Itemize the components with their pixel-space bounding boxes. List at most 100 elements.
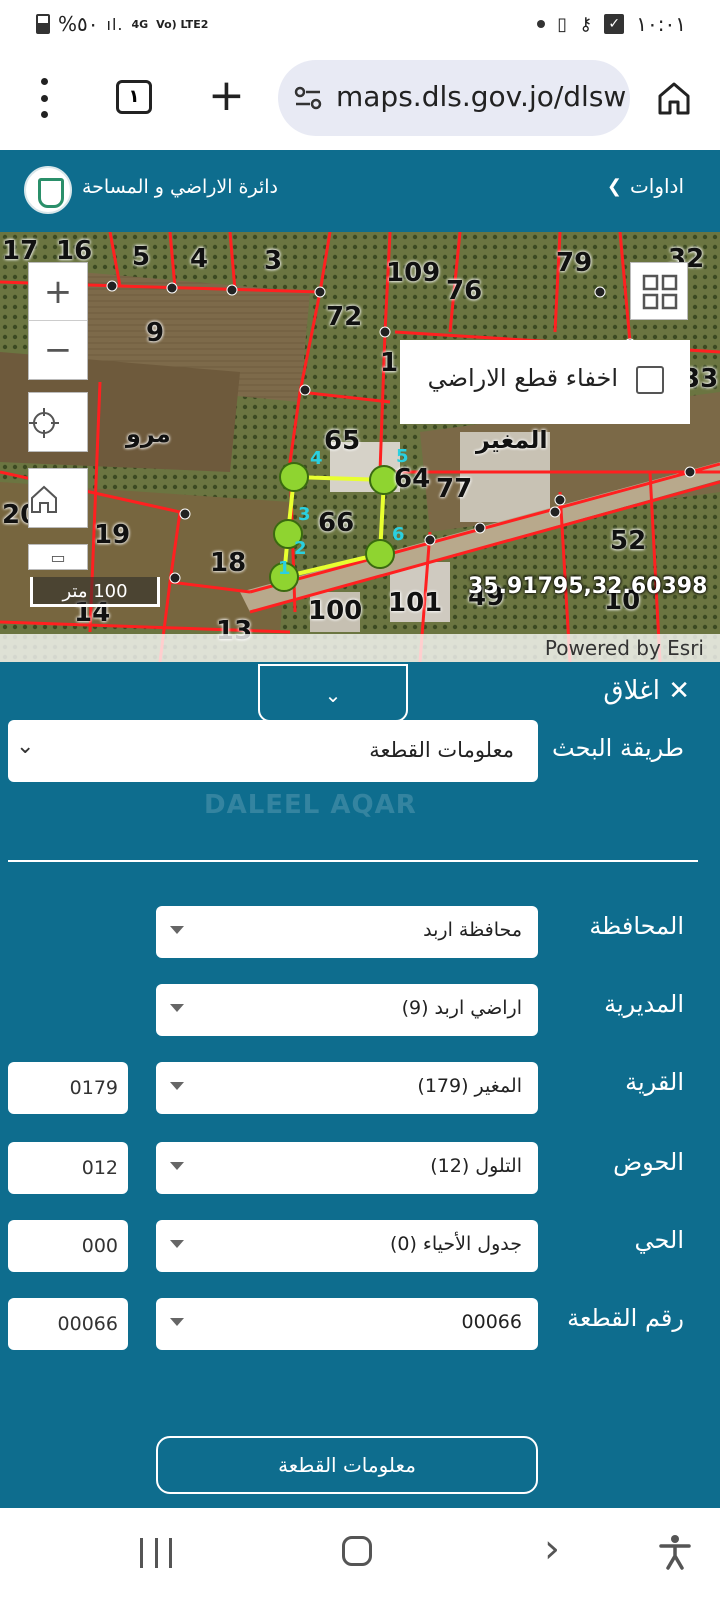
field-label-governorate: المحافظة bbox=[589, 912, 684, 940]
parcel-number-value[interactable]: 00066 bbox=[462, 1311, 522, 1333]
parcel-label: 109 bbox=[386, 258, 441, 288]
accessibility-icon[interactable] bbox=[658, 1534, 692, 1570]
home-button-icon[interactable] bbox=[342, 1536, 372, 1566]
recent-apps-icon[interactable] bbox=[140, 1538, 172, 1568]
watermark: DALEEL AQAR bbox=[204, 790, 417, 820]
default-extent-button[interactable] bbox=[28, 468, 88, 528]
governorate-select[interactable]: محافظة اربد bbox=[156, 906, 538, 958]
back-icon[interactable]: › bbox=[544, 1526, 560, 1572]
collapse-panel-button[interactable]: ⌄ bbox=[258, 664, 408, 722]
parcel-number-select[interactable]: 00066 bbox=[156, 1298, 538, 1350]
chevron-down-icon[interactable]: ⌄ bbox=[325, 683, 342, 707]
search-panel: ⌄ ✕ اغلاق طريقة البحث معلومات القطعة ⌄ D… bbox=[0, 662, 720, 1508]
scale-bar: 100 متر bbox=[30, 577, 160, 607]
dropdown-arrow-icon[interactable] bbox=[170, 926, 184, 934]
zoom-control: + − bbox=[28, 262, 88, 380]
basin-code-input[interactable]: 012 bbox=[8, 1142, 128, 1194]
dropdown-arrow-icon[interactable] bbox=[170, 1318, 184, 1326]
tools-menu[interactable]: اداوات ❯ bbox=[607, 174, 684, 198]
system-nav-bar: › bbox=[0, 1508, 720, 1600]
zoom-in-button[interactable]: + bbox=[29, 263, 87, 321]
parcel-label: 64 bbox=[394, 464, 431, 494]
close-icon[interactable]: ✕ bbox=[668, 676, 690, 706]
dropdown-arrow-icon[interactable] bbox=[170, 1162, 184, 1170]
parcel-label: 101 bbox=[388, 588, 443, 618]
divider bbox=[8, 860, 698, 862]
field-label-village: القرية bbox=[625, 1068, 684, 1096]
tools-label[interactable]: اداوات bbox=[630, 174, 684, 198]
site-settings-icon[interactable] bbox=[294, 86, 322, 110]
browser-menu-icon[interactable] bbox=[34, 78, 54, 118]
field-label-neighborhood: الحي bbox=[634, 1226, 684, 1254]
home-icon[interactable] bbox=[656, 80, 692, 116]
search-method-label: طريقة البحث bbox=[552, 734, 684, 762]
directorate-value[interactable]: اراضي اربد (9) bbox=[402, 997, 522, 1019]
address-bar[interactable]: maps.dls.gov.jo/dlsw bbox=[278, 60, 630, 136]
parcel-label: 3 bbox=[264, 246, 283, 276]
village-code-input[interactable]: 0179 bbox=[8, 1062, 128, 1114]
dropdown-arrow-icon[interactable] bbox=[170, 1082, 184, 1090]
parcel-label: 5 bbox=[132, 242, 151, 272]
parcel-number-input[interactable]: 00066 bbox=[8, 1298, 128, 1350]
parcel-label: 79 bbox=[556, 248, 593, 278]
close-label[interactable]: اغلاق bbox=[603, 676, 660, 706]
phone-icon: ▯ bbox=[557, 13, 568, 35]
basin-value[interactable]: التلول (12) bbox=[430, 1155, 522, 1177]
neighborhood-select[interactable]: جدول الأحياء (0) bbox=[156, 1220, 538, 1272]
parcel-label: 66 bbox=[318, 508, 355, 538]
signal-icon: ıl. bbox=[106, 14, 124, 34]
status-right: ▯ ⚷ ✓ ١٠:٠١ bbox=[537, 12, 686, 36]
vertex-label: 2 bbox=[294, 538, 307, 559]
parcel-label: 100 bbox=[308, 596, 363, 626]
field-label-parcel-number: رقم القطعة bbox=[567, 1304, 684, 1332]
parcel-label: 18 bbox=[210, 548, 247, 578]
notification-dot-icon bbox=[537, 20, 546, 28]
dropdown-arrow-icon[interactable] bbox=[170, 1240, 184, 1248]
parcel-label: 4 bbox=[190, 244, 209, 274]
vertex-label: 4 bbox=[310, 448, 323, 469]
vertex-label: 6 bbox=[392, 524, 405, 545]
zoom-out-button[interactable]: − bbox=[29, 321, 87, 379]
close-button[interactable]: ✕ اغلاق bbox=[603, 676, 690, 706]
checkbox-notification-icon: ✓ bbox=[604, 14, 625, 34]
parcel-label: 76 bbox=[446, 276, 483, 306]
parcel-info-button[interactable]: معلومات القطعة bbox=[156, 1436, 538, 1494]
village-value[interactable]: المغير (179) bbox=[417, 1075, 522, 1097]
dropdown-arrow-icon[interactable] bbox=[170, 1004, 184, 1012]
layers-button[interactable] bbox=[630, 262, 688, 320]
parcel-label: 65 bbox=[324, 426, 361, 456]
governorate-value[interactable]: محافظة اربد bbox=[423, 919, 522, 941]
status-left: %٥٠ ıl. 4G Vo) LTE2 bbox=[36, 12, 208, 36]
basin-select[interactable]: التلول (12) bbox=[156, 1142, 538, 1194]
screen: %٥٠ ıl. 4G Vo) LTE2 ▯ ⚷ ✓ ١٠:٠١ ١ + maps… bbox=[0, 0, 720, 1600]
volte-indicator: Vo) LTE2 bbox=[156, 17, 209, 31]
directorate-select[interactable]: اراضي اربد (9) bbox=[156, 984, 538, 1036]
vertex-label: 5 bbox=[396, 446, 409, 467]
url-text[interactable]: maps.dls.gov.jo/dlsw bbox=[336, 80, 626, 113]
grid-layers-icon bbox=[642, 274, 678, 310]
hide-parcels-label[interactable]: اخفاء قطع الاراضي bbox=[428, 364, 618, 392]
parcel-label: 1 bbox=[380, 348, 399, 378]
search-method-value[interactable]: معلومات القطعة bbox=[369, 738, 514, 762]
neighborhood-code-input[interactable]: 000 bbox=[8, 1220, 128, 1272]
battery-icon bbox=[36, 14, 50, 34]
neighborhood-value[interactable]: جدول الأحياء (0) bbox=[390, 1233, 522, 1255]
search-method-select[interactable]: معلومات القطعة ⌄ bbox=[8, 720, 538, 782]
app-header: دائرة الاراضي و المساحة اداوات ❯ bbox=[0, 150, 720, 232]
village-select[interactable]: المغير (179) bbox=[156, 1062, 538, 1114]
parcel-label: 9 bbox=[146, 318, 165, 348]
chevron-down-icon[interactable]: ⌄ bbox=[16, 734, 34, 759]
tab-switcher-button[interactable]: ١ bbox=[116, 80, 152, 114]
new-tab-icon[interactable]: + bbox=[208, 70, 245, 122]
basemap-button[interactable]: ▭ bbox=[28, 544, 88, 570]
department-name: دائرة الاراضي و المساحة bbox=[82, 176, 279, 198]
map-view[interactable]: 17 16 5 4 3 109 76 79 32 72 9 1 33 مرو 6… bbox=[0, 232, 720, 662]
browser-toolbar: ١ + maps.dls.gov.jo/dlsw bbox=[0, 52, 720, 150]
hide-parcels-checkbox[interactable] bbox=[636, 366, 664, 394]
parcel-label: 52 bbox=[610, 526, 647, 556]
coordinates-readout: 35.91795,32.60398 bbox=[468, 574, 708, 599]
field-label-basin: الحوض bbox=[613, 1148, 684, 1176]
locate-button[interactable] bbox=[28, 392, 88, 452]
chevron-down-icon[interactable]: ❯ bbox=[607, 176, 622, 197]
home-extent-icon bbox=[31, 485, 57, 513]
